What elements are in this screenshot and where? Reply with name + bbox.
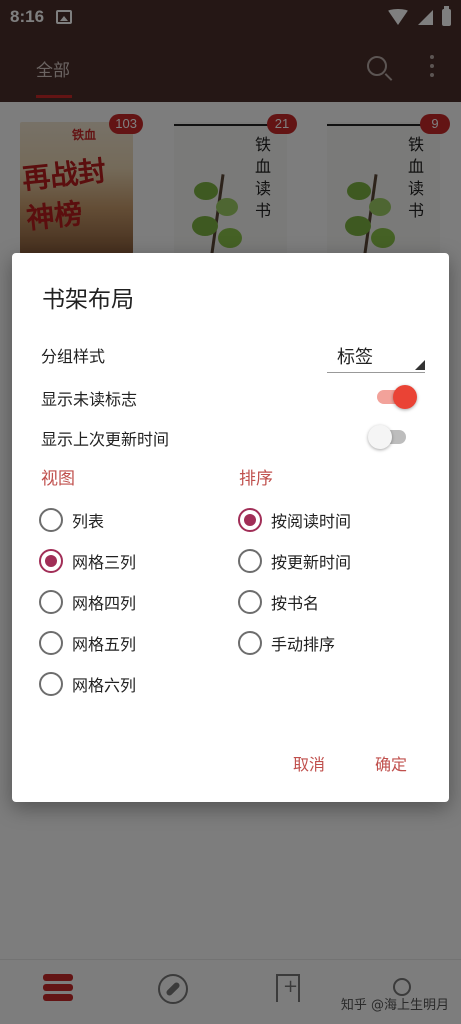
show-unread-label: 显示未读标志 bbox=[41, 390, 138, 409]
shelf-layout-dialog: 书架布局 分组样式 标签 显示未读标志 显示上次更新时间 视图 排序 列表 网格… bbox=[12, 253, 449, 802]
radio-icon bbox=[39, 672, 63, 696]
radio-checked-icon bbox=[238, 508, 262, 532]
view-option-grid-3[interactable]: 网格三列 bbox=[39, 547, 136, 575]
dropdown-arrow-icon bbox=[415, 360, 425, 370]
sort-option-read-time[interactable]: 按阅读时间 bbox=[238, 506, 351, 534]
confirm-button[interactable]: 确定 bbox=[375, 751, 407, 775]
group-style-select[interactable]: 标签 bbox=[327, 341, 425, 373]
radio-icon bbox=[238, 590, 262, 614]
view-section-header: 视图 bbox=[41, 469, 75, 489]
sort-option-update-time[interactable]: 按更新时间 bbox=[238, 547, 351, 575]
view-option-list[interactable]: 列表 bbox=[39, 506, 104, 534]
view-option-grid-6[interactable]: 网格六列 bbox=[39, 670, 136, 698]
sort-option-manual[interactable]: 手动排序 bbox=[238, 629, 335, 657]
radio-icon bbox=[39, 508, 63, 532]
show-unread-switch[interactable] bbox=[377, 385, 417, 409]
show-update-time-switch[interactable] bbox=[368, 425, 412, 449]
radio-checked-icon bbox=[39, 549, 63, 573]
group-style-label: 分组样式 bbox=[41, 347, 106, 366]
view-option-grid-4[interactable]: 网格四列 bbox=[39, 588, 136, 616]
view-option-grid-5[interactable]: 网格五列 bbox=[39, 629, 136, 657]
radio-icon bbox=[39, 631, 63, 655]
sort-option-book-name[interactable]: 按书名 bbox=[238, 588, 319, 616]
sort-section-header: 排序 bbox=[239, 469, 273, 489]
radio-icon bbox=[238, 631, 262, 655]
group-style-value: 标签 bbox=[337, 347, 373, 368]
radio-icon bbox=[39, 590, 63, 614]
show-update-time-label: 显示上次更新时间 bbox=[41, 430, 170, 449]
cancel-button[interactable]: 取消 bbox=[293, 751, 325, 775]
radio-icon bbox=[238, 549, 262, 573]
dialog-title: 书架布局 bbox=[42, 287, 134, 313]
